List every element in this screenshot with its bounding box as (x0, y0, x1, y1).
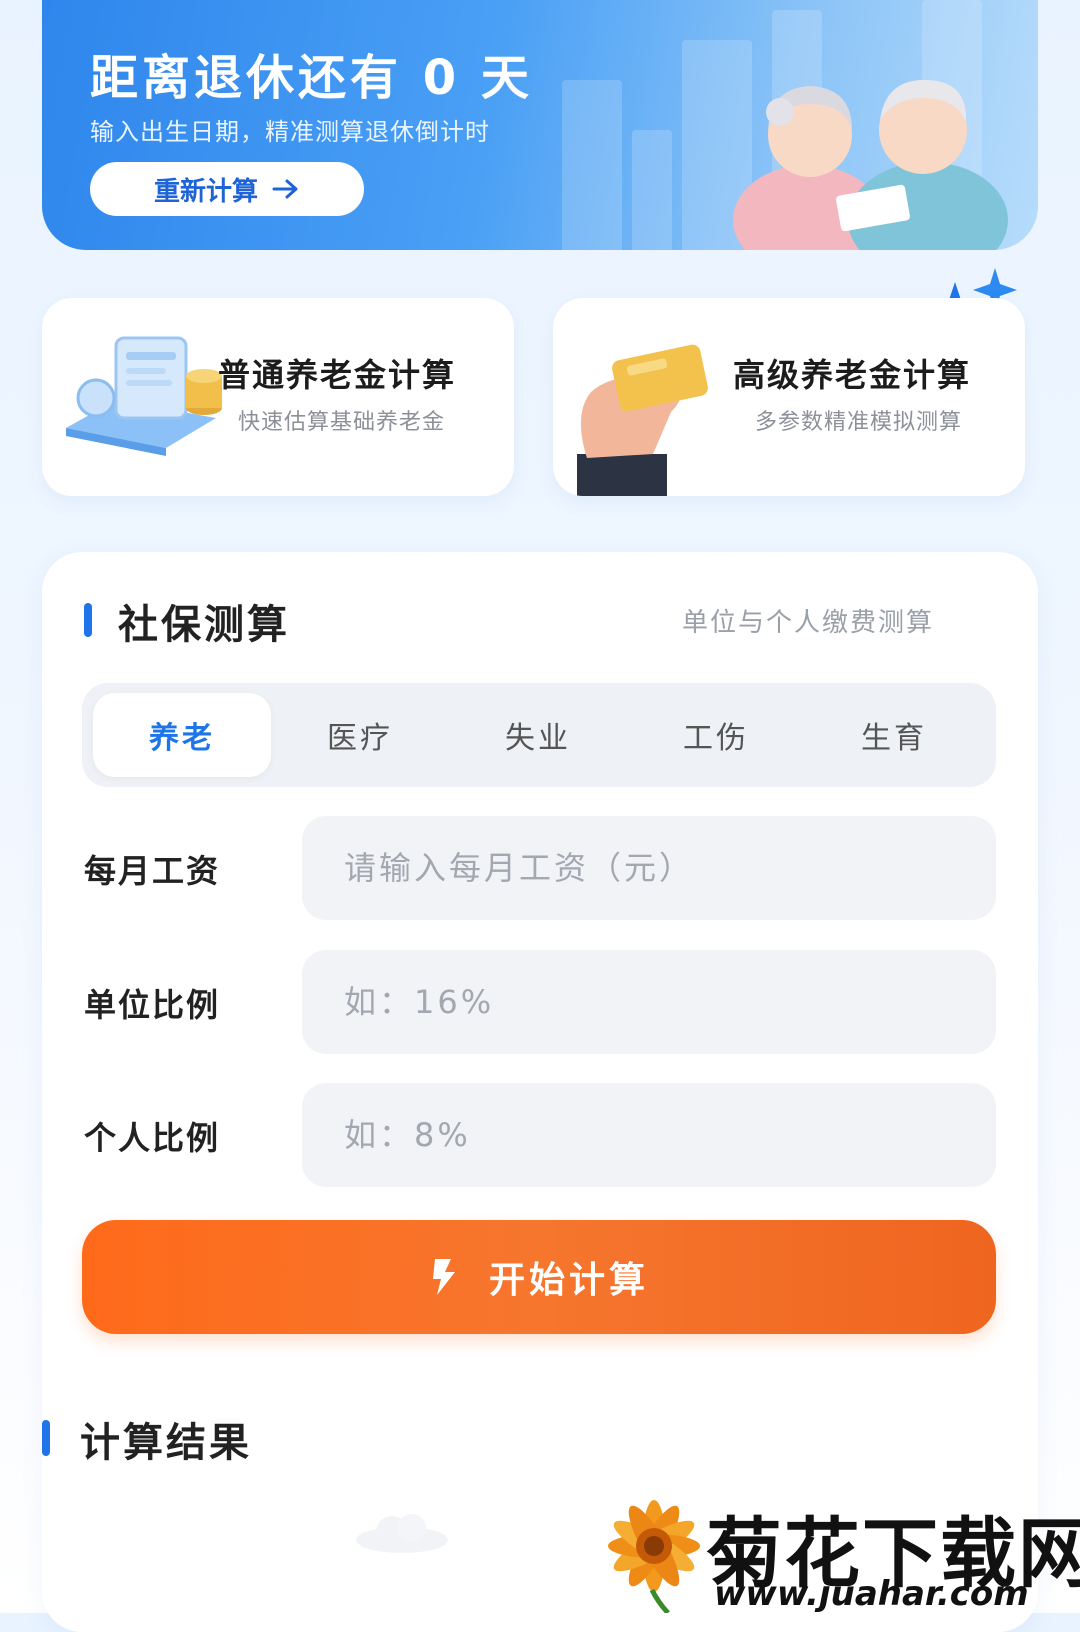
retirement-banner: 距离退休还有 0 天 输入出生日期，精准测算退休倒计时 重新计算 (42, 0, 1038, 250)
result-accent-bar (42, 1420, 50, 1456)
tab-maternity[interactable]: 生育 (805, 693, 983, 777)
tab-medical[interactable]: 医疗 (271, 693, 449, 777)
social-insurance-title: 社保测算 (118, 602, 290, 648)
result-title: 计算结果 (80, 1420, 252, 1466)
personal-rate-label: 个人比例 (84, 1119, 221, 1157)
social-insurance-description: 单位与个人缴费测算 (682, 608, 935, 638)
basic-pension-card[interactable]: 普通养老金计算 快速估算基础养老金 (42, 298, 514, 496)
personal-rate-input[interactable] (302, 1083, 996, 1187)
building-shape (632, 130, 672, 250)
advanced-pension-card[interactable]: 高级养老金计算 多参数精准模拟测算 (553, 298, 1025, 496)
watermark-url: www.juahar.com (714, 1574, 1029, 1614)
recalculate-button[interactable]: 重新计算 (90, 162, 364, 216)
calculator-illustration (66, 336, 222, 456)
lightning-icon (432, 1259, 455, 1295)
employer-rate-label: 单位比例 (84, 986, 221, 1024)
start-calculation-button[interactable]: 开始计算 (82, 1220, 996, 1334)
start-calculation-label: 开始计算 (488, 1260, 649, 1301)
hand-gold-card-illustration (577, 344, 708, 496)
tab-pension[interactable]: 养老 (93, 693, 271, 777)
advanced-pension-title: 高级养老金计算 (733, 356, 972, 394)
monthly-salary-label: 每月工资 (84, 852, 221, 890)
banner-subtitle: 输入出生日期，精准测算退休倒计时 (90, 118, 490, 146)
basic-pension-title: 普通养老金计算 (218, 356, 457, 394)
arrow-right-icon (272, 179, 298, 199)
monthly-salary-input[interactable] (302, 816, 996, 920)
insurance-type-tabs: 养老 医疗 失业 工伤 生育 (82, 683, 996, 787)
tab-work-injury[interactable]: 工伤 (627, 693, 805, 777)
tab-unemployment[interactable]: 失业 (449, 693, 627, 777)
advanced-pension-subtitle: 多参数精准模拟测算 (755, 410, 963, 435)
recalculate-label: 重新计算 (153, 176, 258, 207)
employer-rate-input[interactable] (302, 950, 996, 1054)
empty-cloud-icon (356, 1514, 448, 1553)
elderly-couple-illustration (733, 79, 1008, 250)
chrysanthemum-logo (608, 1500, 700, 1613)
basic-pension-subtitle: 快速估算基础养老金 (238, 410, 446, 435)
retirement-countdown-title: 距离退休还有 0 天 (90, 50, 533, 106)
section-accent-bar (84, 603, 92, 637)
building-shape (562, 80, 622, 250)
